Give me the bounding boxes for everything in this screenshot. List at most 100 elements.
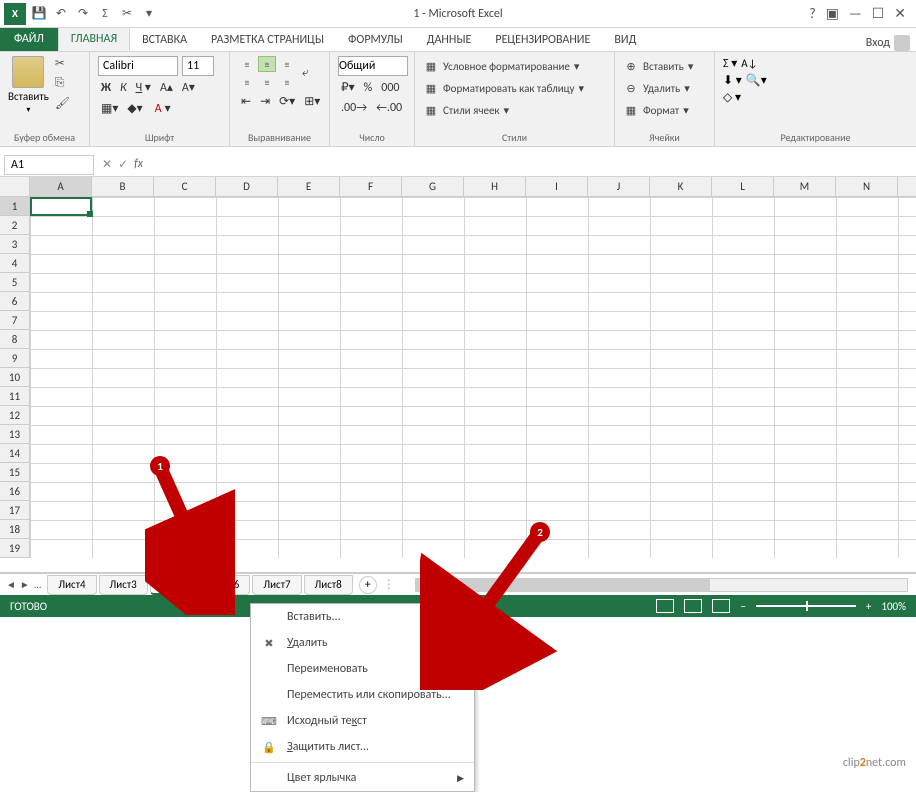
align-left-button[interactable]: ≡ bbox=[238, 74, 256, 90]
sheet-tab[interactable]: Лист7 bbox=[252, 575, 301, 595]
horizontal-scrollbar[interactable] bbox=[415, 578, 908, 592]
accept-formula-icon[interactable]: ✓ bbox=[118, 157, 128, 172]
column-header[interactable]: C bbox=[154, 177, 216, 196]
page-layout-view-icon[interactable] bbox=[684, 599, 702, 613]
row-header[interactable]: 7 bbox=[0, 311, 30, 330]
format-cells-button[interactable]: ▦Формат ▾ bbox=[623, 100, 706, 120]
conditional-format-button[interactable]: ▦Условное форматирование ▾ bbox=[423, 56, 606, 76]
font-color-button[interactable]: A▾ bbox=[149, 99, 174, 118]
sheet-tab[interactable]: Лист6 bbox=[201, 575, 250, 595]
clear-button[interactable]: ◇ ▾ bbox=[723, 90, 741, 105]
menu-rename[interactable]: Переименовать bbox=[251, 656, 474, 682]
normal-view-icon[interactable] bbox=[656, 599, 674, 613]
orientation-button[interactable]: ⟳▾ bbox=[276, 92, 298, 111]
comma-button[interactable]: 000 bbox=[378, 79, 402, 97]
cancel-formula-icon[interactable]: ✕ bbox=[102, 157, 112, 172]
column-header[interactable]: D bbox=[216, 177, 278, 196]
row-header[interactable]: 5 bbox=[0, 273, 30, 292]
column-header[interactable]: K bbox=[650, 177, 712, 196]
fill-button[interactable]: ⬇ ▾ bbox=[723, 73, 742, 88]
column-header[interactable]: L bbox=[712, 177, 774, 196]
align-center-button[interactable]: ≡ bbox=[258, 74, 276, 90]
undo-icon[interactable]: ↶ bbox=[52, 5, 70, 23]
sort-filter-button[interactable]: A↓ bbox=[741, 57, 757, 70]
find-button[interactable]: 🔍▾ bbox=[746, 73, 767, 88]
shrink-font-button[interactable]: A▾ bbox=[179, 78, 198, 97]
zoom-out-button[interactable]: − bbox=[740, 600, 745, 613]
row-header[interactable]: 12 bbox=[0, 406, 30, 425]
row-header[interactable]: 10 bbox=[0, 368, 30, 387]
fx-icon[interactable]: fx bbox=[134, 157, 143, 172]
tab-formulas[interactable]: ФОРМУЛЫ bbox=[336, 29, 415, 51]
column-header[interactable]: I bbox=[526, 177, 588, 196]
row-header[interactable]: 11 bbox=[0, 387, 30, 406]
increase-indent-button[interactable]: ⇥ bbox=[257, 92, 273, 111]
row-header[interactable]: 3 bbox=[0, 235, 30, 254]
row-header[interactable]: 19 bbox=[0, 539, 30, 558]
increase-decimal-button[interactable]: .00→ bbox=[338, 99, 370, 117]
row-header[interactable]: 1 bbox=[0, 197, 30, 216]
add-sheet-button[interactable]: + bbox=[359, 576, 377, 594]
fill-color-button[interactable]: ◆▾ bbox=[124, 99, 145, 118]
row-header[interactable]: 2 bbox=[0, 216, 30, 235]
menu-delete[interactable]: ✖Удалить bbox=[251, 630, 474, 656]
grow-font-button[interactable]: A▴ bbox=[157, 78, 176, 97]
delete-cells-button[interactable]: ⊖Удалить ▾ bbox=[623, 78, 706, 98]
format-as-table-button[interactable]: ▦Форматировать как таблицу ▾ bbox=[423, 78, 606, 98]
redo-icon[interactable]: ↷ bbox=[74, 5, 92, 23]
currency-button[interactable]: ₽▾ bbox=[338, 78, 358, 97]
close-icon[interactable]: ✕ bbox=[894, 5, 906, 22]
format-painter-button[interactable]: 🖌 bbox=[55, 96, 71, 112]
paste-button[interactable]: Вставить ▾ bbox=[8, 56, 49, 131]
row-header[interactable]: 15 bbox=[0, 463, 30, 482]
column-header[interactable]: N bbox=[836, 177, 898, 196]
decrease-indent-button[interactable]: ⇤ bbox=[238, 92, 254, 111]
tab-review[interactable]: РЕЦЕНЗИРОВАНИЕ bbox=[483, 29, 602, 51]
minimize-icon[interactable]: — bbox=[849, 5, 862, 22]
align-right-button[interactable]: ≡ bbox=[278, 74, 296, 90]
wrap-text-button[interactable]: ⤶ bbox=[299, 64, 312, 82]
menu-insert[interactable]: Вставить... bbox=[251, 604, 474, 630]
bold-button[interactable]: Ж bbox=[98, 79, 114, 97]
tab-insert[interactable]: ВСТАВКА bbox=[130, 29, 199, 51]
zoom-in-button[interactable]: + bbox=[866, 600, 871, 613]
menu-tab-color[interactable]: Цвет ярлычка▶ bbox=[251, 765, 474, 791]
zoom-slider[interactable] bbox=[756, 605, 856, 607]
percent-button[interactable]: % bbox=[361, 79, 376, 97]
column-header[interactable]: H bbox=[464, 177, 526, 196]
row-header[interactable]: 9 bbox=[0, 349, 30, 368]
select-all-corner[interactable] bbox=[0, 177, 30, 196]
zoom-level[interactable]: 100% bbox=[881, 600, 906, 613]
align-middle-button[interactable]: ≡ bbox=[258, 56, 276, 72]
underline-button[interactable]: Ч ▾ bbox=[133, 78, 154, 97]
name-box[interactable] bbox=[4, 155, 94, 175]
cut-icon[interactable]: ✂ bbox=[118, 5, 136, 23]
border-button[interactable]: ▦▾ bbox=[98, 99, 121, 118]
autosum-icon[interactable]: Σ bbox=[96, 5, 114, 23]
row-header[interactable]: 16 bbox=[0, 482, 30, 501]
cells-area[interactable] bbox=[30, 197, 916, 558]
tab-home[interactable]: ГЛАВНАЯ bbox=[58, 27, 130, 51]
menu-move-copy[interactable]: Переместить или скопировать... bbox=[251, 682, 474, 708]
menu-view-code[interactable]: ⌨Исходный текст bbox=[251, 708, 474, 734]
sheet-tab[interactable]: Лист3 bbox=[99, 575, 148, 595]
cut-button[interactable]: ✂ bbox=[55, 56, 71, 72]
row-header[interactable]: 18 bbox=[0, 520, 30, 539]
row-header[interactable]: 8 bbox=[0, 330, 30, 349]
font-name-select[interactable] bbox=[98, 56, 178, 76]
row-header[interactable]: 4 bbox=[0, 254, 30, 273]
page-break-view-icon[interactable] bbox=[712, 599, 730, 613]
row-header[interactable]: 13 bbox=[0, 425, 30, 444]
column-header[interactable]: B bbox=[92, 177, 154, 196]
column-header[interactable]: A bbox=[30, 177, 92, 196]
sheet-tab[interactable]: Лист4 bbox=[47, 575, 96, 595]
align-bottom-button[interactable]: ≡ bbox=[278, 56, 296, 72]
row-header[interactable]: 6 bbox=[0, 292, 30, 311]
cell-styles-button[interactable]: ▦Стили ячеек ▾ bbox=[423, 100, 606, 120]
sheet-tab[interactable]: Лист8 bbox=[304, 575, 353, 595]
row-header[interactable]: 17 bbox=[0, 501, 30, 520]
decrease-decimal-button[interactable]: ←.00 bbox=[373, 99, 405, 117]
tab-file[interactable]: ФАЙЛ bbox=[0, 27, 58, 51]
ribbon-options-icon[interactable]: ▣ bbox=[826, 5, 839, 22]
help-icon[interactable]: ? bbox=[809, 5, 816, 22]
